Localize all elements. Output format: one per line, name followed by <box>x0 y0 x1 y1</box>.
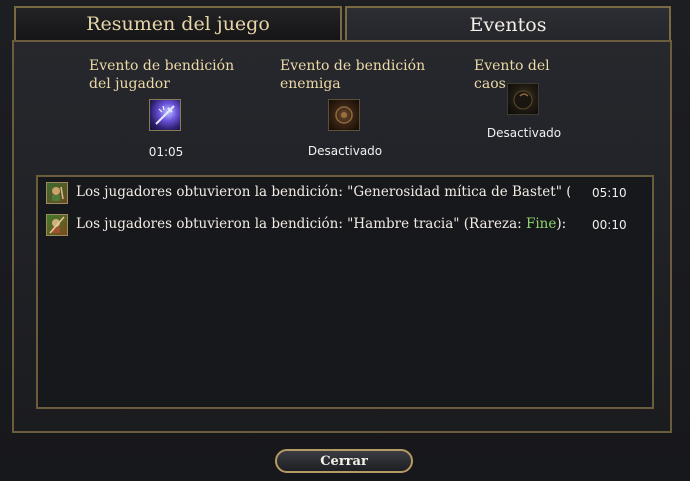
log-time: 00:10 <box>592 218 627 232</box>
tab-events-label: Eventos <box>469 13 547 36</box>
tab-events[interactable]: Eventos <box>345 6 671 41</box>
blessing-log-icon <box>46 214 68 236</box>
log-message: Los jugadores obtuvieron la bendición: "… <box>76 216 570 232</box>
player-blessing-event: Evento de bendición del jugador <box>89 57 254 93</box>
player-blessing-status: 01:05 <box>148 145 184 159</box>
log-message: Los jugadores obtuvieron la bendición: "… <box>76 184 570 200</box>
enemy-blessing-icon[interactable] <box>328 99 360 131</box>
log-row: Los jugadores obtuvieron la bendición: "… <box>46 182 646 206</box>
close-button-label: Cerrar <box>320 453 368 469</box>
blessing-log-icon <box>46 182 68 204</box>
game-events-window: Resumen del juego Eventos Evento de bend… <box>0 0 690 481</box>
enemy-blessing-status: Desactivado <box>307 144 383 158</box>
chaos-event-icon[interactable] <box>507 83 539 115</box>
player-blessing-title: Evento de bendición del jugador <box>89 58 235 92</box>
log-time: 05:10 <box>592 186 627 200</box>
chaos-event-status: Desactivado <box>486 126 562 140</box>
log-row: Los jugadores obtuvieron la bendición: "… <box>46 214 646 238</box>
tab-game-summary[interactable]: Resumen del juego <box>14 6 342 40</box>
tab-game-summary-label: Resumen del juego <box>86 13 270 35</box>
enemy-blessing-title: Evento de bendición enemiga <box>280 58 426 92</box>
close-button[interactable]: Cerrar <box>275 449 413 473</box>
player-blessing-icon[interactable] <box>149 99 181 131</box>
event-log[interactable]: Los jugadores obtuvieron la bendición: "… <box>36 175 654 409</box>
enemy-blessing-event: Evento de bendición enemiga <box>280 57 430 93</box>
